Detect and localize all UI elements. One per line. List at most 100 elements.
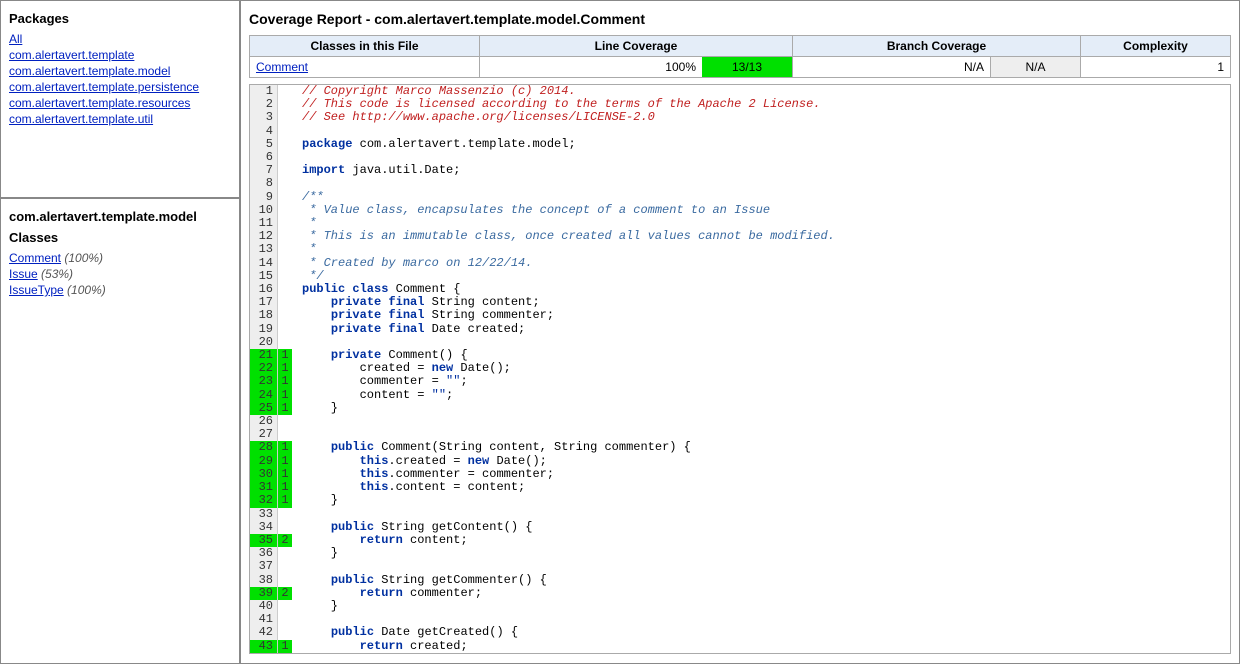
- package-link[interactable]: com.alertavert.template.util: [9, 112, 153, 126]
- hit-count: [278, 415, 292, 428]
- line-number: 37: [250, 560, 278, 573]
- source-text: return created;: [292, 640, 1230, 653]
- source-text: [292, 415, 1230, 428]
- line-number: 33: [250, 508, 278, 521]
- code-line: 352 return content;: [250, 534, 1230, 547]
- code-line: 8: [250, 177, 1230, 190]
- code-line: 7 import java.util.Date;: [250, 164, 1230, 177]
- source-text: this.created = new Date();: [292, 455, 1230, 468]
- source-text: [292, 560, 1230, 573]
- code-line: 19 private final Date created;: [250, 323, 1230, 336]
- th-classes: Classes in this File: [250, 36, 480, 57]
- source-text: }: [292, 494, 1230, 507]
- package-link[interactable]: All: [9, 32, 22, 46]
- hit-count: [278, 151, 292, 164]
- class-pct: (53%): [41, 267, 73, 281]
- package-link[interactable]: com.alertavert.template: [9, 48, 134, 62]
- class-link[interactable]: IssueType: [9, 283, 64, 297]
- source-text: public String getContent() {: [292, 521, 1230, 534]
- source-text: // See http://www.apache.org/licenses/LI…: [292, 111, 1230, 124]
- classes-panel: com.alertavert.template.model Classes Co…: [0, 198, 240, 664]
- line-number: 23: [250, 375, 278, 388]
- hit-count: [278, 243, 292, 256]
- source-text: }: [292, 600, 1230, 613]
- hit-count: [278, 508, 292, 521]
- hit-count: [278, 164, 292, 177]
- line-number: 7: [250, 164, 278, 177]
- hit-count: 1: [278, 640, 292, 653]
- line-number: 9: [250, 191, 278, 204]
- classes-list: Comment (100%) Issue (53%) IssueType (100%…: [9, 251, 231, 297]
- hit-count: 2: [278, 534, 292, 547]
- code-line: 281 public Comment(String content, Strin…: [250, 441, 1230, 454]
- hit-count: [278, 626, 292, 639]
- source-text: public Date getCreated() {: [292, 626, 1230, 639]
- package-link[interactable]: com.alertavert.template.model: [9, 64, 170, 78]
- hit-count: [278, 257, 292, 270]
- th-branch: Branch Coverage: [793, 36, 1081, 57]
- code-line: 26: [250, 415, 1230, 428]
- line-number: 3: [250, 111, 278, 124]
- code-line: 4: [250, 125, 1230, 138]
- code-line: 36 }: [250, 547, 1230, 560]
- line-number: 39: [250, 587, 278, 600]
- line-number: 18: [250, 309, 278, 322]
- code-line: 251 }: [250, 402, 1230, 415]
- code-line: 431 return created;: [250, 640, 1230, 653]
- source-text: import java.util.Date;: [292, 164, 1230, 177]
- package-link[interactable]: com.alertavert.template.persistence: [9, 80, 199, 94]
- source-text: [292, 125, 1230, 138]
- class-pct: (100%): [64, 251, 103, 265]
- hit-count: [278, 85, 292, 98]
- line-number: 1: [250, 85, 278, 98]
- hit-count: [278, 613, 292, 626]
- hit-count: 1: [278, 375, 292, 388]
- class-link[interactable]: Comment: [9, 251, 61, 265]
- source-text: return content;: [292, 534, 1230, 547]
- hit-count: [278, 309, 292, 322]
- source-text: public Comment(String content, String co…: [292, 441, 1230, 454]
- classes-subtitle: Classes: [9, 230, 231, 245]
- line-number: 38: [250, 574, 278, 587]
- line-bar: 13/13: [702, 57, 792, 77]
- hit-count: [278, 138, 292, 151]
- source-code[interactable]: 1// Copyright Marco Massenzio (c) 2014.2…: [249, 84, 1231, 654]
- hit-count: [278, 323, 292, 336]
- line-number: 43: [250, 640, 278, 653]
- code-line: 5package com.alertavert.template.model;: [250, 138, 1230, 151]
- hit-count: [278, 547, 292, 560]
- code-line: 40 }: [250, 600, 1230, 613]
- hit-count: 2: [278, 587, 292, 600]
- class-pct: (100%): [67, 283, 106, 297]
- packages-panel: Packages Allcom.alertavert.templatecom.a…: [0, 0, 240, 198]
- main-panel: Coverage Report - com.alertavert.templat…: [240, 0, 1240, 664]
- hit-count: [278, 217, 292, 230]
- line-number: 14: [250, 257, 278, 270]
- package-link[interactable]: com.alertavert.template.resources: [9, 96, 190, 110]
- hit-count: [278, 600, 292, 613]
- source-text: package com.alertavert.template.model;: [292, 138, 1230, 151]
- source-text: }: [292, 547, 1230, 560]
- line-number: 29: [250, 455, 278, 468]
- source-text: private final Date created;: [292, 323, 1230, 336]
- source-text: * This is an immutable class, once creat…: [292, 230, 1230, 243]
- line-number: 8: [250, 177, 278, 190]
- line-number: 28: [250, 441, 278, 454]
- class-link[interactable]: Issue: [9, 267, 38, 281]
- code-line: 10 * Value class, encapsulates the conce…: [250, 204, 1230, 217]
- code-line: 14 * Created by marco on 12/22/14.: [250, 257, 1230, 270]
- code-line: 311 this.content = content;: [250, 481, 1230, 494]
- code-line: 241 content = "";: [250, 389, 1230, 402]
- line-number: 24: [250, 389, 278, 402]
- hit-count: [278, 560, 292, 573]
- code-line: 12 * This is an immutable class, once cr…: [250, 230, 1230, 243]
- summary-row: Comment 100% 13/13 N/A N/A: [250, 57, 1231, 78]
- line-number: 4: [250, 125, 278, 138]
- code-line: 392 return commenter;: [250, 587, 1230, 600]
- source-text: return commenter;: [292, 587, 1230, 600]
- class-link[interactable]: Comment: [256, 60, 308, 74]
- report-title: Coverage Report - com.alertavert.templat…: [249, 11, 1231, 27]
- line-number: 13: [250, 243, 278, 256]
- hit-count: [278, 98, 292, 111]
- hit-count: 1: [278, 389, 292, 402]
